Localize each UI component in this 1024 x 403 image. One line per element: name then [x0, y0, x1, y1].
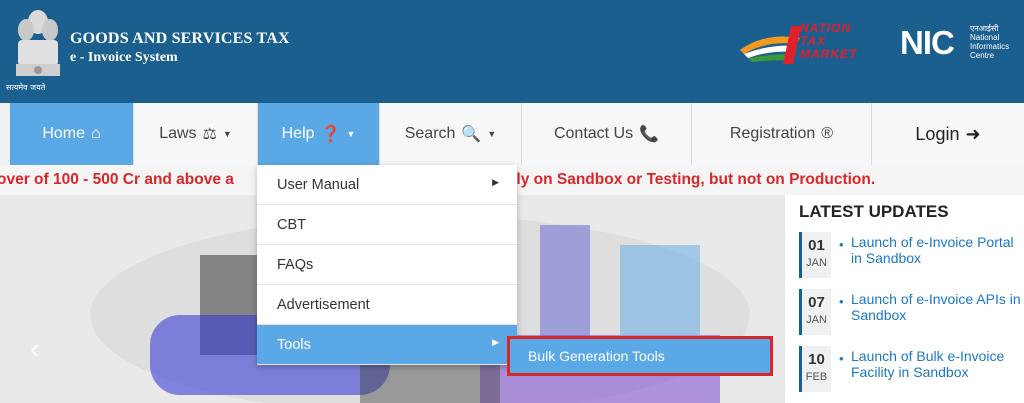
menu-item-user-manual[interactable]: User Manual ▶: [257, 165, 517, 205]
date-day: 10: [808, 351, 825, 368]
nav-registration[interactable]: Registration ®: [692, 103, 872, 165]
date-badge: 07 JAN: [799, 289, 831, 335]
date-day: 01: [808, 237, 825, 254]
date-day: 07: [808, 294, 825, 311]
nav-laws-label: Laws: [159, 125, 197, 142]
bullet-icon: •: [839, 351, 844, 366]
carousel-prev-icon[interactable]: ‹: [30, 333, 39, 365]
nav-search[interactable]: Search 🔍 ▼: [380, 103, 522, 165]
nav-contact[interactable]: Contact Us 📞: [522, 103, 692, 165]
nic-logo-caption: एनआईसी National Informatics Centre: [970, 24, 1010, 60]
update-link[interactable]: Launch of e-Invoice Portal in Sandbox: [851, 234, 1024, 266]
menu-item-tools[interactable]: Tools ▶: [257, 325, 517, 365]
date-month: FEB: [805, 371, 828, 383]
menu-item-label: FAQs: [277, 256, 314, 273]
date-badge: 01 JAN: [799, 232, 831, 278]
chevron-down-icon: ▼: [222, 129, 232, 139]
nav-home-label: Home: [42, 125, 85, 142]
chevron-down-icon: ▼: [346, 129, 356, 139]
site-header: सत्यमेव जयते GOODS AND SERVICES TAX e - …: [0, 0, 1024, 103]
chevron-down-icon: ▼: [487, 129, 497, 139]
chevron-right-icon: ▶: [492, 177, 499, 187]
ntm-logo-text: NATION TAX MARKET: [800, 21, 858, 61]
nav-search-label: Search: [404, 125, 456, 142]
search-icon: 🔍: [461, 126, 482, 143]
nic-logo[interactable]: NIC: [900, 24, 955, 62]
nav-contact-label: Contact Us: [553, 125, 634, 142]
update-link[interactable]: Launch of Bulk e-Invoice Facility in San…: [851, 348, 1024, 380]
date-badge: 10 FEB: [799, 346, 831, 392]
date-month: JAN: [806, 257, 827, 269]
site-subtitle: e - Invoice System: [70, 50, 178, 65]
home-icon: ⌂: [91, 125, 101, 142]
menu-item-cbt[interactable]: CBT: [257, 205, 517, 245]
menu-item-label: CBT: [277, 216, 306, 233]
nav-home[interactable]: Home ⌂: [10, 103, 134, 165]
update-item[interactable]: 01 JAN • Launch of e-Invoice Portal in S…: [799, 232, 1024, 282]
sign-in-icon: ➜: [965, 123, 981, 144]
nav-laws[interactable]: Laws ⚖ ▼: [134, 103, 258, 165]
bullet-icon: •: [839, 237, 844, 252]
briefcase-icon: ⚖: [202, 126, 217, 143]
menu-item-faqs[interactable]: FAQs: [257, 245, 517, 285]
menu-item-label: Tools: [277, 336, 311, 353]
date-month: JAN: [806, 314, 827, 326]
nav-help-label: Help: [281, 125, 315, 142]
submenu-item-label: Bulk Generation Tools: [528, 348, 665, 364]
bullet-icon: •: [839, 294, 844, 309]
question-icon: ❓: [320, 126, 341, 143]
nav-login[interactable]: Login ➜: [872, 103, 1024, 165]
chevron-right-icon: ▶: [492, 337, 499, 347]
menu-item-advertisement[interactable]: Advertisement: [257, 285, 517, 325]
nav-login-label: Login: [915, 123, 960, 144]
phone-icon: 📞: [639, 126, 660, 143]
menu-item-label: Advertisement: [277, 296, 370, 313]
site-title: GOODS AND SERVICES TAX: [70, 30, 290, 47]
update-link[interactable]: Launch of e-Invoice APIs in Sandbox: [851, 291, 1024, 323]
main-nav: Home ⌂ Laws ⚖ ▼ Help ❓ ▼ Search 🔍 ▼ Cont…: [0, 103, 1024, 165]
help-dropdown-menu: User Manual ▶ CBT FAQs Advertisement Too…: [257, 165, 517, 365]
emblem-caption: सत्यमेव जयते: [6, 83, 46, 92]
latest-updates-title: LATEST UPDATES: [799, 202, 949, 221]
latest-updates-panel: LATEST UPDATES 01 JAN • Launch of e-Invo…: [784, 195, 1024, 403]
update-item[interactable]: 10 FEB • Launch of Bulk e-Invoice Facili…: [799, 346, 1024, 396]
update-item[interactable]: 07 JAN • Launch of e-Invoice APIs in San…: [799, 289, 1024, 339]
registered-icon: ®: [821, 125, 834, 142]
menu-item-label: User Manual: [277, 176, 360, 193]
nav-registration-label: Registration: [729, 125, 816, 142]
submenu-bulk-generation-tools[interactable]: Bulk Generation Tools: [507, 336, 773, 376]
nav-help[interactable]: Help ❓ ▼: [258, 103, 380, 165]
national-emblem-icon: [16, 10, 60, 76]
